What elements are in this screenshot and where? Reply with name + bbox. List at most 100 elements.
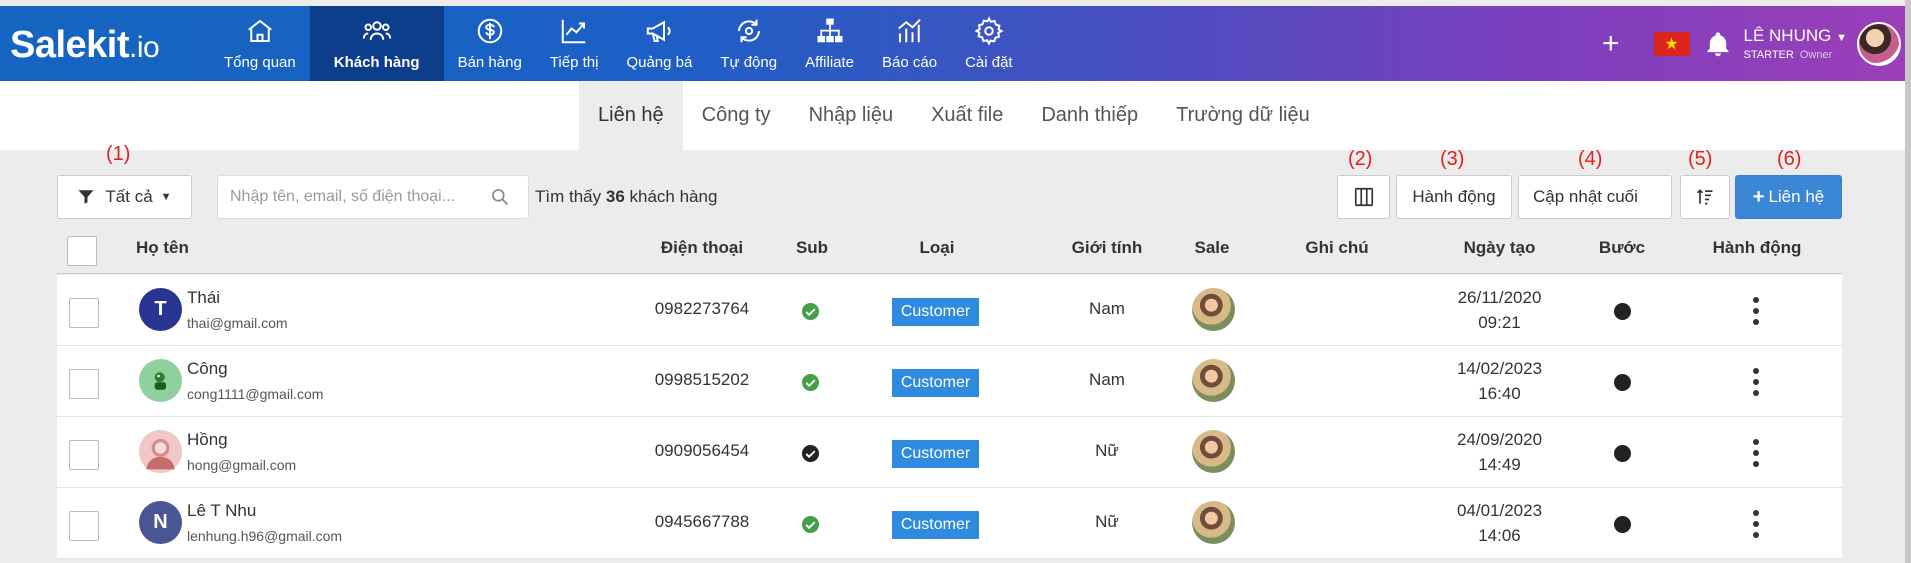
tab-cong-ty[interactable]: Công ty xyxy=(683,81,790,150)
tab-danh-thiep[interactable]: Danh thiếp xyxy=(1022,81,1157,150)
sort-direction-button[interactable] xyxy=(1680,175,1730,219)
created-date: 14/02/2023 16:40 xyxy=(1456,359,1543,403)
table-row[interactable]: T Thái thai@gmail.com 0982273764 Custome… xyxy=(57,275,1842,346)
topbar-right: + ★ LÊ NHUNG ▼ STARTER Owner xyxy=(1602,6,1905,81)
kebab-menu-icon[interactable] xyxy=(1751,439,1761,467)
header-note[interactable]: Ghi chú xyxy=(1272,226,1402,274)
table-row[interactable]: Công cong1111@gmail.com 0998515202 Custo… xyxy=(57,346,1842,417)
row-checkbox[interactable] xyxy=(69,298,99,328)
annotation-5: (5) xyxy=(1688,148,1713,170)
kebab-menu-icon[interactable] xyxy=(1751,510,1761,538)
avatar: N xyxy=(139,501,182,544)
nav-item-quang-ba[interactable]: Quảng bá xyxy=(612,6,706,81)
created-date: 24/09/2020 14:49 xyxy=(1456,430,1543,474)
app-logo[interactable]: Salekit.io xyxy=(10,24,160,67)
contact-email: thai@gmail.com xyxy=(187,315,288,331)
contact-gender: Nam xyxy=(1089,370,1125,389)
nav-item-tu-dong[interactable]: Tự động xyxy=(706,6,791,81)
user-menu[interactable]: LÊ NHUNG ▼ STARTER Owner xyxy=(1744,26,1847,61)
subtab-bar: Liên hệ Công ty Nhập liệu Xuất file Danh… xyxy=(0,81,1905,150)
header-step[interactable]: Bước xyxy=(1582,226,1662,274)
columns-button[interactable] xyxy=(1337,175,1390,219)
home-icon xyxy=(247,19,272,42)
dollar-icon xyxy=(477,18,502,44)
contact-name[interactable]: Công xyxy=(187,359,228,379)
kebab-menu-icon[interactable] xyxy=(1751,297,1761,325)
check-circle-icon xyxy=(801,302,820,321)
check-circle-icon xyxy=(801,444,820,463)
nav-item-ban-hang[interactable]: Bán hàng xyxy=(444,6,536,81)
search-box[interactable] xyxy=(217,175,529,219)
caret-down-icon: ▼ xyxy=(160,191,172,203)
nav-item-khach-hang[interactable]: Khách hàng xyxy=(309,6,444,81)
header-created[interactable]: Ngày tạo xyxy=(1427,226,1572,274)
sale-avatar xyxy=(1192,288,1235,331)
nav-item-tong-quan[interactable]: Tổng quan xyxy=(210,6,310,81)
contact-gender: Nữ xyxy=(1095,512,1119,531)
nav-item-affiliate[interactable]: Affiliate xyxy=(791,6,868,81)
contact-phone: 0998515202 xyxy=(654,370,750,389)
contact-name[interactable]: Thái xyxy=(187,288,220,308)
sort-field-select[interactable]: Cập nhật cuối xyxy=(1518,175,1672,219)
automation-icon xyxy=(737,19,760,43)
plus-icon: + xyxy=(1752,185,1765,208)
type-badge: Customer xyxy=(892,298,979,326)
plus-icon[interactable]: + xyxy=(1602,27,1620,61)
contact-name[interactable]: Lê T Nhu xyxy=(187,501,256,521)
tab-nhap-lieu[interactable]: Nhập liệu xyxy=(790,81,913,150)
result-count: Tìm thấy 36 khách hàng xyxy=(535,187,718,206)
header-action[interactable]: Hành động xyxy=(1697,226,1817,274)
tab-xuat-file[interactable]: Xuất file xyxy=(912,81,1022,150)
row-checkbox[interactable] xyxy=(69,511,99,541)
character-avatar-icon xyxy=(146,366,175,395)
table-row[interactable]: N Lê T Nhu lenhung.h96@gmail.com 0945667… xyxy=(57,488,1842,559)
created-date: 26/11/2020 09:21 xyxy=(1457,288,1542,332)
sale-avatar xyxy=(1192,359,1235,402)
chevron-down-icon: ▼ xyxy=(1836,32,1847,44)
header-sale[interactable]: Sale xyxy=(1172,226,1252,274)
table-row[interactable]: Hồng hong@gmail.com 0909056454 Customer … xyxy=(57,417,1842,488)
top-navbar: Salekit.io Tổng quan Khách hàng Bán hàng… xyxy=(0,6,1905,81)
step-dot[interactable] xyxy=(1614,374,1631,391)
row-checkbox[interactable] xyxy=(69,440,99,470)
megaphone-icon xyxy=(647,20,672,42)
users-icon xyxy=(362,21,391,40)
add-contact-button[interactable]: + Liên hệ xyxy=(1735,175,1842,219)
step-dot[interactable] xyxy=(1614,516,1631,533)
tab-lien-he[interactable]: Liên hệ xyxy=(579,81,683,150)
bulk-action-button[interactable]: Hành động xyxy=(1396,175,1512,219)
contact-name[interactable]: Hồng xyxy=(187,430,228,450)
header-sub[interactable]: Sub xyxy=(772,226,852,274)
row-checkbox[interactable] xyxy=(69,369,99,399)
nav-item-cai-dat[interactable]: Cài đặt xyxy=(951,6,1027,81)
filter-dropdown[interactable]: Tất cả ▼ xyxy=(57,175,192,219)
filter-icon xyxy=(78,190,94,204)
report-icon xyxy=(897,19,921,43)
contact-phone: 0982273764 xyxy=(654,299,750,318)
tab-truong-du-lieu[interactable]: Trường dữ liệu xyxy=(1157,81,1329,150)
step-dot[interactable] xyxy=(1614,303,1631,320)
step-dot[interactable] xyxy=(1614,445,1631,462)
kebab-menu-icon[interactable] xyxy=(1751,368,1761,396)
contact-email: lenhung.h96@gmail.com xyxy=(187,528,343,544)
header-name[interactable]: Họ tên xyxy=(136,226,189,274)
search-input[interactable] xyxy=(230,188,490,206)
type-badge: Customer xyxy=(892,511,979,539)
nav-item-bao-cao[interactable]: Báo cáo xyxy=(868,6,951,81)
type-badge: Customer xyxy=(892,440,979,468)
user-avatar[interactable] xyxy=(1857,21,1901,66)
annotation-2: (2) xyxy=(1348,148,1373,170)
contact-phone: 0909056454 xyxy=(654,441,750,460)
header-type[interactable]: Loại xyxy=(887,226,987,274)
bell-icon[interactable] xyxy=(1704,29,1732,59)
check-circle-icon xyxy=(801,373,820,392)
annotation-1: (1) xyxy=(106,143,131,165)
search-icon[interactable] xyxy=(490,187,510,207)
sale-avatar xyxy=(1192,430,1235,473)
header-gender[interactable]: Giới tính xyxy=(1047,226,1167,274)
nav-item-tiep-thi[interactable]: Tiếp thị xyxy=(536,6,613,81)
contact-email: hong@gmail.com xyxy=(187,457,297,473)
vietnam-flag-icon[interactable]: ★ xyxy=(1653,31,1690,56)
page-scrollbar[interactable] xyxy=(1905,0,1911,563)
select-all-checkbox[interactable] xyxy=(67,236,97,266)
